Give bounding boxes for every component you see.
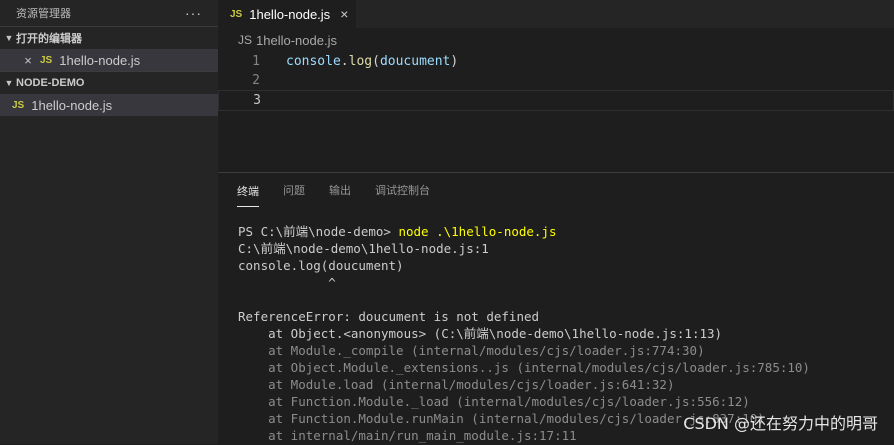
terminal-output[interactable]: PS C:\前端\node-demo> node .\1hello-node.j…	[218, 206, 894, 444]
close-icon[interactable]: ×	[340, 6, 348, 22]
terminal-line: ^	[238, 275, 336, 290]
js-file-icon: JS	[238, 33, 253, 47]
code-token-function: log	[348, 54, 373, 69]
terminal-stack-line: at Module._compile (internal/modules/cjs…	[238, 343, 705, 358]
terminal-command: node .\1hello-node.js	[398, 224, 557, 239]
project-section[interactable]: ▼ NODE-DEMO	[0, 71, 218, 94]
editor-tabbar: JS 1hello-node.js ×	[218, 0, 894, 28]
code-token-dot: .	[340, 54, 349, 69]
editor-tab-label: 1hello-node.js	[249, 6, 331, 22]
code-token-object: console	[286, 54, 341, 69]
code-line[interactable]: 1 console. log(doucument)	[218, 52, 894, 71]
bottom-panel: 终端 问题 输出 调试控制台 PS C:\前端\node-demo> node …	[218, 172, 894, 445]
more-actions-icon[interactable]: ···	[185, 5, 202, 21]
terminal-stack-line: at Function.Module._load (internal/modul…	[238, 394, 750, 409]
line-number: 1	[252, 54, 260, 69]
open-editors-section[interactable]: ▼ 打开的编辑器	[0, 26, 218, 49]
code-token-paren: (	[372, 54, 380, 69]
chevron-down-icon[interactable]: ▼	[2, 33, 16, 43]
editor-area: JS 1hello-node.js × JS 1hello-node.js 1 …	[218, 0, 894, 172]
file-tree-item[interactable]: JS 1hello-node.js	[0, 94, 218, 116]
project-label: NODE-DEMO	[16, 77, 85, 89]
tab-debug-console[interactable]: 调试控制台	[375, 173, 430, 206]
terminal-error-line: ReferenceError: doucument is not defined	[238, 309, 540, 324]
breadcrumb-filename: 1hello-node.js	[256, 32, 337, 48]
panel-tabs: 终端 问题 输出 调试控制台	[218, 173, 894, 207]
line-number: 2	[252, 73, 260, 88]
explorer-title: 资源管理器	[16, 8, 71, 20]
open-editors-label: 打开的编辑器	[16, 33, 82, 45]
line-number: 3	[253, 93, 261, 108]
terminal-stack-line: at Object.Module._extensions..js (intern…	[238, 360, 810, 375]
code-line[interactable]: 2	[218, 71, 894, 90]
watermark: CSDN @还在努力中的明哥	[683, 414, 878, 433]
breadcrumb[interactable]: JS 1hello-node.js	[218, 28, 894, 52]
terminal-line: C:\前端\node-demo\1hello-node.js:1	[238, 241, 489, 256]
terminal-prompt-line: PS C:\前端\node-demo> node .\1hello-node.j…	[238, 223, 894, 240]
open-editor-filename: 1hello-node.js	[59, 52, 141, 68]
editor-tab[interactable]: JS 1hello-node.js ×	[218, 0, 357, 28]
code-token-paren: )	[450, 54, 459, 69]
code-line-current[interactable]: 3	[218, 90, 894, 111]
explorer-header: 资源管理器 ···	[0, 0, 218, 26]
tab-output[interactable]: 输出	[329, 173, 351, 206]
code-editor[interactable]: 1 console. log(doucument) 2 3	[218, 52, 894, 111]
terminal-stack-line: at Object.<anonymous> (C:\前端\node-demo\1…	[238, 326, 723, 341]
terminal-prompt: PS C:\前端\node-demo>	[238, 224, 399, 239]
js-file-icon: JS	[12, 99, 25, 111]
open-editor-item[interactable]: × JS 1hello-node.js	[0, 49, 218, 71]
tab-terminal[interactable]: 终端	[237, 176, 259, 207]
terminal-line: console.log(doucument)	[238, 258, 404, 273]
chevron-down-icon[interactable]: ▼	[2, 78, 16, 88]
code-token-argument: doucument	[379, 54, 451, 69]
file-tree-filename: 1hello-node.js	[31, 97, 113, 113]
tab-problems[interactable]: 问题	[283, 173, 305, 206]
terminal-stack-line: at Module.load (internal/modules/cjs/loa…	[238, 377, 675, 392]
js-file-icon: JS	[230, 8, 243, 20]
close-icon[interactable]: ×	[21, 53, 35, 68]
js-file-icon: JS	[40, 54, 53, 66]
explorer-sidebar: 资源管理器 ··· ▼ 打开的编辑器 × JS 1hello-node.js ▼…	[0, 0, 218, 444]
